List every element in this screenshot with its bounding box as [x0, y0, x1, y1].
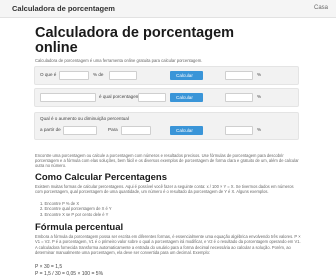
label-from: a partir de — [40, 127, 61, 132]
percent-input[interactable] — [59, 71, 89, 80]
calculate-button[interactable]: Calcular — [170, 93, 203, 102]
result-output — [225, 126, 253, 135]
formula-example: P × 30 = 1,5 — [35, 264, 63, 270]
calculate-button[interactable]: Calcular — [170, 71, 203, 80]
example-list: 1. Encontre P % de X 2. Encontre qual po… — [40, 201, 112, 217]
result-output — [225, 93, 253, 102]
to-input[interactable] — [121, 126, 151, 135]
list-item: 3. Encontre X se P por cento dele é Y — [40, 211, 109, 217]
result-output — [225, 71, 253, 80]
value-input[interactable] — [109, 71, 137, 80]
navbar: Calculadora de porcentagem Casa — [0, 0, 336, 18]
calculator-what-is-percent: O que é % de Calcular % — [34, 66, 299, 85]
section-heading-how-to: Como Calcular Percentagens — [35, 172, 167, 183]
result-suffix: % — [257, 72, 262, 77]
label-percent-change: Qual é o aumento ou diminuição percentua… — [40, 116, 129, 121]
brand-link[interactable]: Calculadora de porcentagem — [12, 4, 115, 13]
label-what-is: O que é — [40, 72, 57, 77]
section-formula-text: Embora a fórmula da porcentagem possa se… — [35, 234, 301, 255]
calculate-button[interactable]: Calcular — [170, 126, 203, 135]
label-percent-of: % de — [93, 72, 104, 77]
part-input[interactable] — [40, 93, 96, 102]
nav-home-link[interactable]: Casa — [314, 5, 328, 11]
section-how-to-text: Existem muitas formas de calcular percen… — [35, 184, 294, 195]
calculator-is-what-percent: é qual porcentagem de Calcular % — [34, 88, 299, 107]
label-to: Para — [108, 127, 118, 132]
intro-paragraph: Encontre uma porcentagem ou calcule a po… — [35, 153, 299, 169]
page-subtitle: Calculadora de porcentagem é uma ferrame… — [35, 58, 203, 63]
section-heading-formula: Fórmula percentual — [35, 222, 124, 233]
formula-example-solution: P = 1,5 / 30 = 0,05 × 100 = 5% — [35, 271, 104, 277]
calculator-percent-change: Qual é o aumento ou diminuição percentua… — [34, 112, 299, 140]
result-suffix: % — [257, 127, 262, 132]
whole-input[interactable] — [138, 93, 166, 102]
page-title: Calculadora de porcentagem online — [35, 25, 235, 56]
list-item: 2. Encontre qual porcentagem de X é Y — [40, 206, 112, 212]
from-input[interactable] — [63, 126, 97, 135]
result-suffix: % — [257, 94, 262, 99]
